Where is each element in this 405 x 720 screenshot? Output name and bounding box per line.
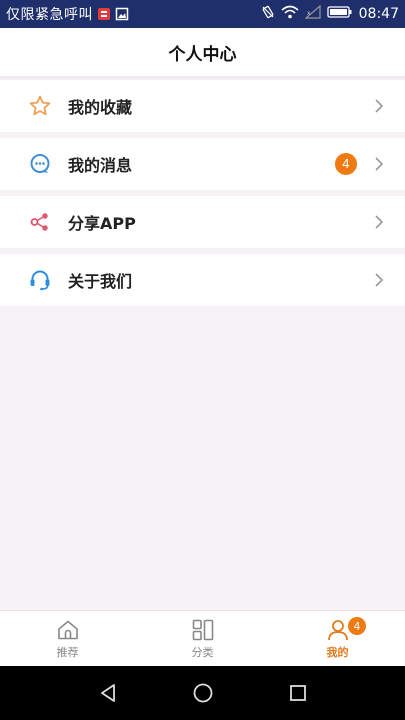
home-icon bbox=[56, 618, 80, 642]
menu-item-label: 我的收藏 bbox=[68, 98, 133, 117]
chevron-right-icon bbox=[373, 98, 385, 114]
tab-category[interactable]: 分类 bbox=[135, 611, 270, 666]
menu-item-label: 分享APP bbox=[68, 214, 136, 233]
share-icon bbox=[28, 210, 52, 234]
recents-icon[interactable] bbox=[286, 681, 310, 705]
person-icon bbox=[326, 618, 350, 642]
tab-mine[interactable]: 我的 4 bbox=[270, 611, 405, 666]
page-title: 个人中心 bbox=[168, 44, 237, 65]
tab-label: 我的 bbox=[326, 645, 349, 659]
chat-bubble-icon bbox=[28, 152, 52, 176]
menu-item-favorites[interactable]: 我的收藏 bbox=[0, 80, 405, 132]
menu-item-share-app[interactable]: 分享APP bbox=[0, 196, 405, 248]
chevron-right-icon bbox=[373, 214, 385, 230]
grid-icon bbox=[191, 618, 215, 642]
battery-icon bbox=[326, 5, 353, 23]
alert-icon bbox=[97, 7, 111, 21]
tab-recommend[interactable]: 推荐 bbox=[0, 611, 135, 666]
menu-item-label: 关于我们 bbox=[68, 272, 133, 291]
app-header: 个人中心 bbox=[0, 28, 405, 76]
tab-label: 推荐 bbox=[56, 645, 79, 659]
vibrate-icon bbox=[261, 5, 275, 23]
menu-item-messages[interactable]: 我的消息 4 bbox=[0, 138, 405, 190]
status-bar: 仅限紧急呼叫 x 08:47 bbox=[0, 0, 405, 28]
image-icon bbox=[115, 7, 129, 21]
clock: 08:47 bbox=[358, 6, 399, 22]
status-right: x 08:47 bbox=[261, 4, 399, 23]
headset-icon bbox=[28, 268, 52, 292]
wifi-icon bbox=[281, 5, 299, 23]
svg-text:x: x bbox=[307, 10, 311, 17]
star-icon bbox=[28, 94, 52, 118]
tab-label: 分类 bbox=[191, 645, 214, 659]
menu-list: 我的收藏 我的消息 4 分享APP 关于我们 bbox=[0, 80, 405, 312]
tab-badge: 4 bbox=[348, 617, 366, 635]
menu-item-label: 我的消息 bbox=[68, 156, 133, 175]
bottom-tab-bar: 推荐 分类 我的 4 bbox=[0, 610, 405, 666]
carrier-text: 仅限紧急呼叫 bbox=[6, 7, 93, 23]
system-nav-bar bbox=[0, 666, 405, 720]
chevron-right-icon bbox=[373, 156, 385, 172]
signal-icon: x bbox=[304, 4, 321, 23]
message-count-badge: 4 bbox=[335, 153, 357, 175]
back-icon[interactable] bbox=[96, 681, 120, 705]
status-left: 仅限紧急呼叫 bbox=[6, 4, 129, 24]
home-circle-icon[interactable] bbox=[191, 681, 215, 705]
chevron-right-icon bbox=[373, 272, 385, 288]
menu-item-about-us[interactable]: 关于我们 bbox=[0, 254, 405, 306]
